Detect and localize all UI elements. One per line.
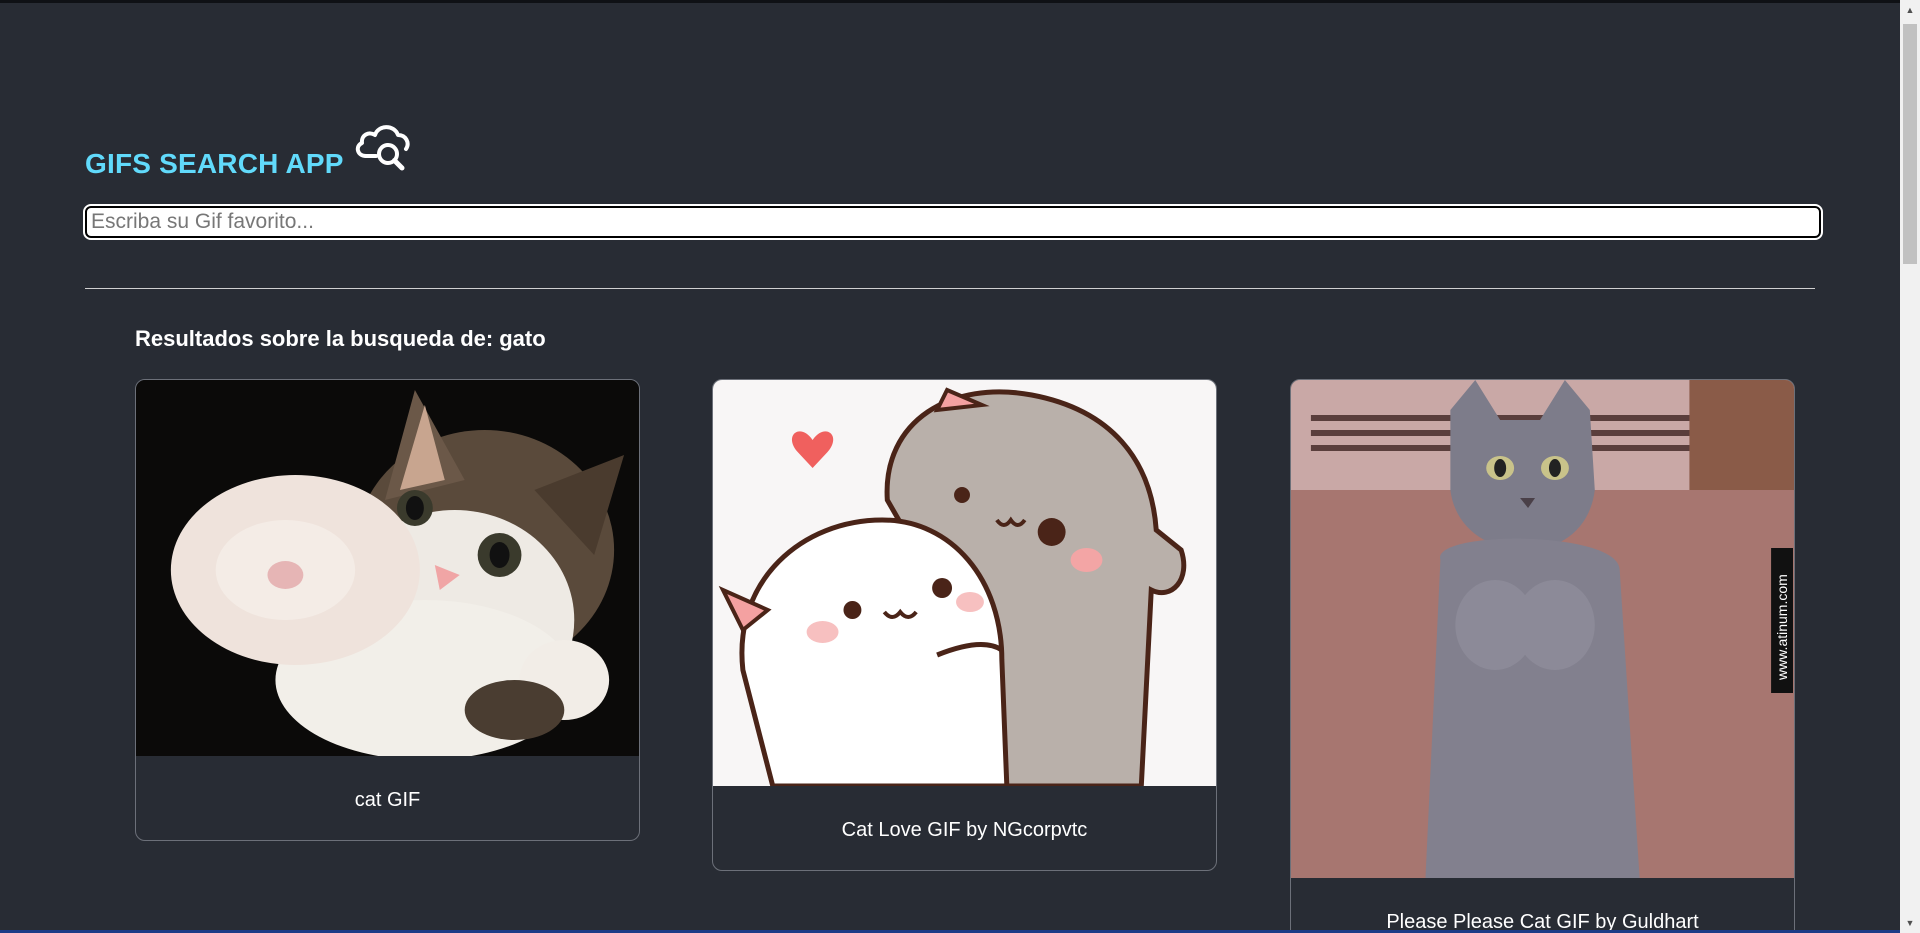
scroll-down-icon[interactable]: ▼ (1900, 913, 1920, 933)
gif-image-cartoon-cats (713, 380, 1216, 786)
gif-card[interactable]: Cat Love GIF by NGcorpvtc (712, 379, 1217, 871)
gif-title: cat GIF (354, 789, 421, 811)
app-header: GIFS SEARCH APP (85, 116, 416, 180)
gif-card[interactable]: cat GIF (135, 379, 640, 841)
vertical-scrollbar[interactable]: ▲ ▼ (1900, 0, 1920, 933)
scroll-up-icon[interactable]: ▲ (1900, 0, 1920, 20)
cloud-search-icon (355, 125, 410, 171)
results-search-term: gato (499, 326, 546, 351)
app-title: GIFS SEARCH APP (85, 148, 344, 179)
page-viewport: GIFS SEARCH APP Resultados sobre la busq… (0, 0, 1900, 933)
scrollbar-thumb[interactable] (1903, 24, 1917, 264)
gif-image-grey-cat: www.atinum.com (1291, 380, 1794, 878)
results-heading-label: Resultados sobre la busqueda de: (135, 326, 494, 351)
gif-card[interactable]: www.atinum.com Please Please Cat GIF by … (1290, 379, 1795, 933)
search-input[interactable] (83, 204, 1823, 240)
results-heading: Resultados sobre la busqueda de: gato (135, 326, 546, 352)
section-divider (85, 288, 1815, 289)
gif-title: Cat Love GIF by NGcorpvtc (841, 819, 1088, 841)
gif-watermark: www.atinum.com (1774, 574, 1790, 681)
gif-title: Please Please Cat GIF by Guldhart (1386, 911, 1699, 933)
gif-image-kitten (136, 380, 639, 756)
